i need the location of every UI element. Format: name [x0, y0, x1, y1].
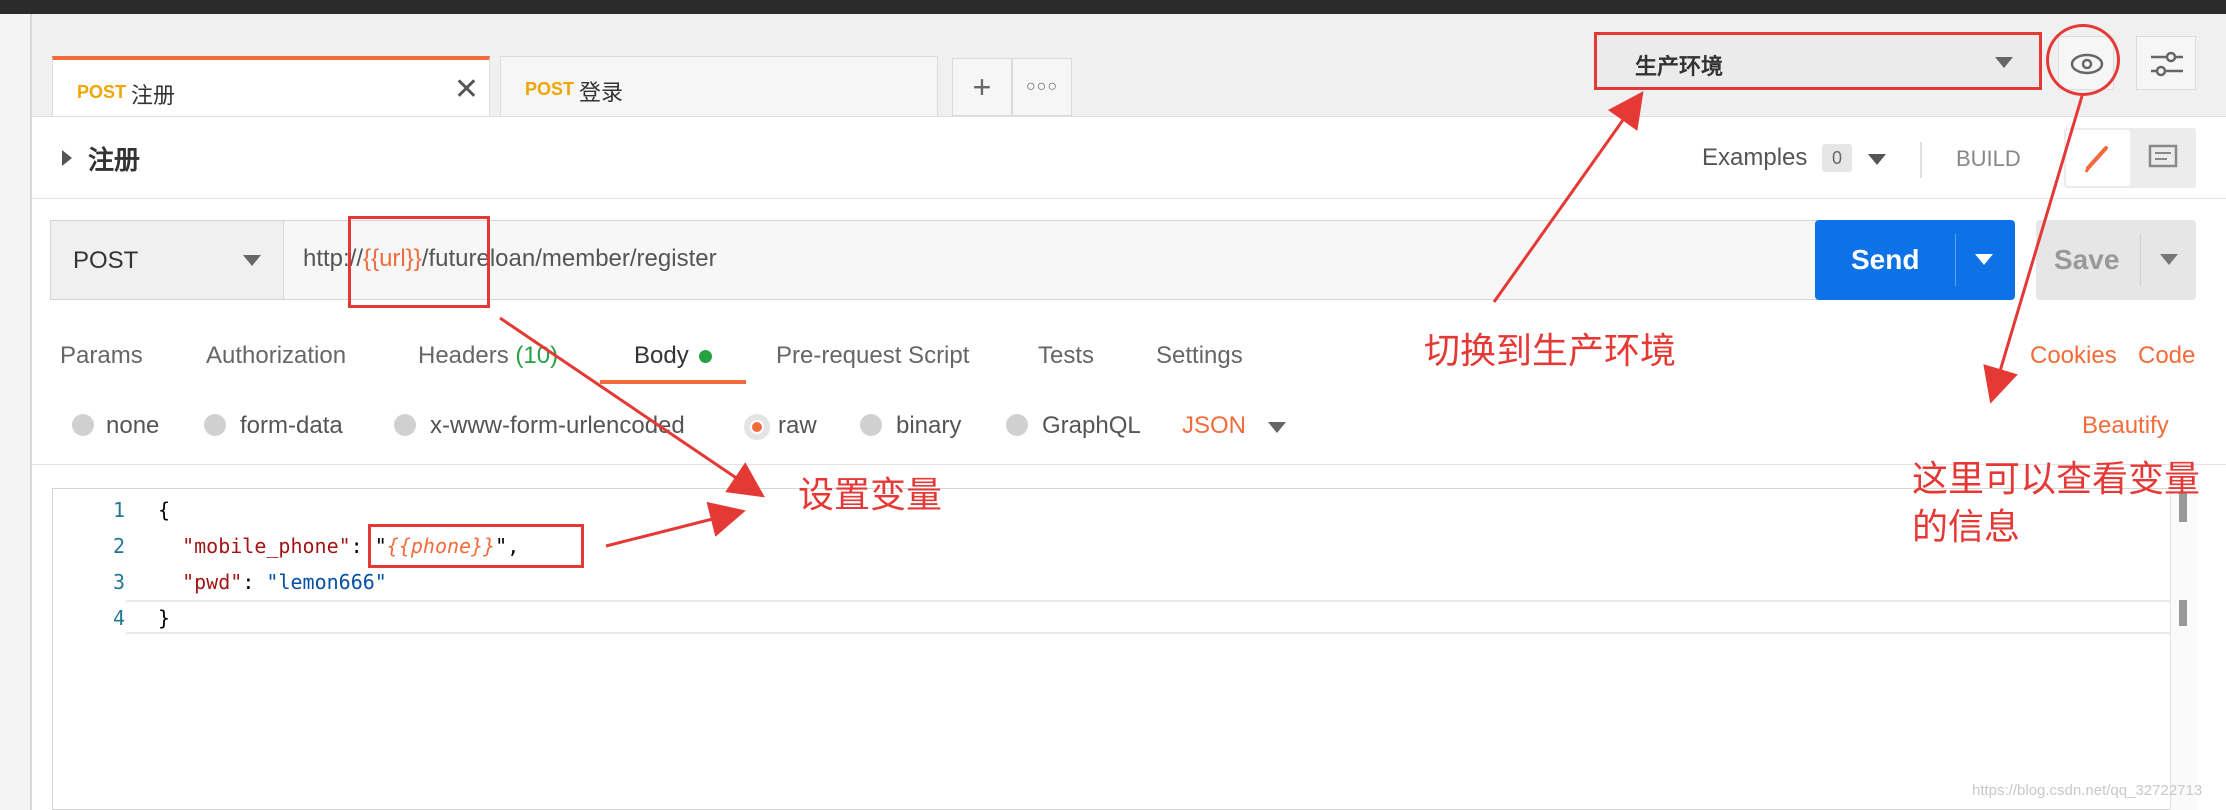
- arrow-from-eye: [1983, 95, 2084, 404]
- annotation-set-variable: 设置变量: [798, 475, 943, 516]
- annotation-switch-env: 切换到生产环境: [1424, 331, 1677, 372]
- arrow-to-env: [1492, 91, 1644, 303]
- arrow-url-to-label: [499, 316, 765, 498]
- annotation-view-variable-2: 的信息: [1912, 507, 2021, 548]
- annotation-view-variable-1: 这里可以查看变量: [1912, 459, 2201, 500]
- arrow-phone-to-label: [605, 501, 746, 548]
- watermark: https://blog.csdn.net/qq_32722713: [1972, 782, 2203, 799]
- annotation-arrows: [499, 91, 2084, 548]
